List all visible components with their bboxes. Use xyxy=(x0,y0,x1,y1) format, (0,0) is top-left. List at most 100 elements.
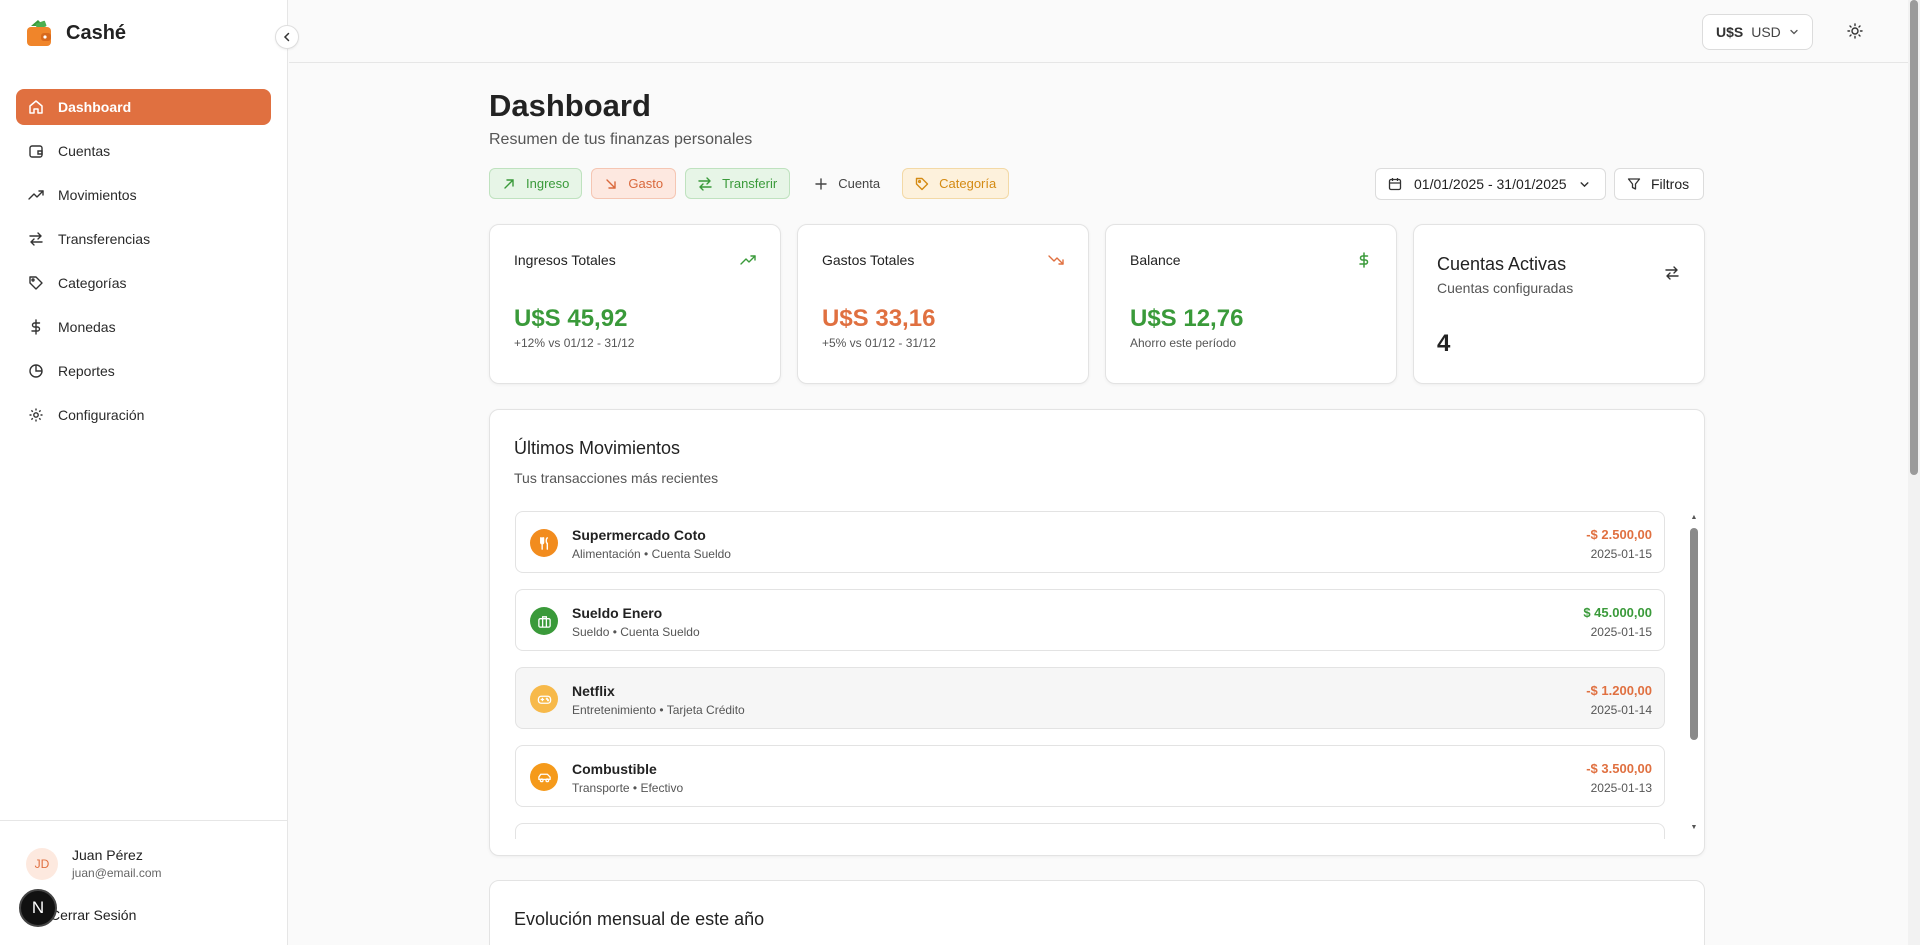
car-icon xyxy=(530,763,558,791)
chevron-down-icon xyxy=(1580,181,1589,187)
filter-icon xyxy=(1627,178,1641,190)
trending-up-icon xyxy=(28,190,44,200)
income-total-card: Ingresos Totales U$S 45,92 +12% vs 01/12… xyxy=(489,224,781,384)
stat-value: U$S 45,92 xyxy=(514,305,628,332)
filters-label: Filtros xyxy=(1651,176,1690,192)
stat-note: Ahorro este período xyxy=(1130,336,1237,350)
movement-date: 2025-01-15 xyxy=(1590,547,1652,561)
scroll-up-arrow-icon[interactable]: ▲ xyxy=(1690,514,1698,522)
sidebar: Cashé Dashboard Cuentas Movimientos Tran… xyxy=(0,0,288,945)
sidebar-item-label: Configuración xyxy=(58,407,145,423)
utensils-icon xyxy=(530,529,558,557)
page-title: Dashboard xyxy=(489,88,651,123)
movement-meta: Alimentación • Cuenta Sueldo xyxy=(572,547,731,561)
trending-up-icon xyxy=(740,255,756,265)
sidebar-item-transferencias[interactable]: Transferencias xyxy=(16,221,271,257)
transfer-label: Transferir xyxy=(722,176,778,191)
movement-date: 2025-01-14 xyxy=(1590,703,1652,717)
dollar-icon xyxy=(1359,252,1369,268)
transfer-button[interactable]: Transferir xyxy=(685,168,791,199)
wallet-icon xyxy=(29,145,43,158)
sun-icon xyxy=(1847,23,1863,39)
movement-amount: $ 45.000,00 xyxy=(1583,605,1652,620)
add-account-label: Cuenta xyxy=(838,176,881,191)
list-item[interactable]: Netflix Entretenimiento • Tarjeta Crédit… xyxy=(515,667,1665,729)
collapse-sidebar-button[interactable] xyxy=(275,25,299,49)
briefcase-icon xyxy=(530,607,558,635)
user-email: juan@email.com xyxy=(72,866,162,880)
transfer-icon xyxy=(698,176,712,191)
dev-tools-badge[interactable]: N xyxy=(19,889,57,927)
transfer-icon xyxy=(29,232,43,246)
list-item[interactable]: Combustible Transporte • Efectivo -$ 3.5… xyxy=(515,745,1665,807)
sidebar-nav: Dashboard Cuentas Movimientos Transferen… xyxy=(16,89,271,441)
movement-date: 2025-01-13 xyxy=(1590,781,1652,795)
list-item[interactable]: Sueldo Enero Sueldo • Cuenta Sueldo $ 45… xyxy=(515,589,1665,651)
stat-note: +12% vs 01/12 - 31/12 xyxy=(514,336,635,350)
wallet-logo-icon xyxy=(24,18,54,48)
sidebar-item-label: Movimientos xyxy=(58,187,137,203)
add-expense-label: Gasto xyxy=(628,176,664,191)
movement-amount: -$ 2.500,00 xyxy=(1586,527,1652,542)
movement-meta: Entretenimiento • Tarjeta Crédito xyxy=(572,703,745,717)
movement-meta: Sueldo • Cuenta Sueldo xyxy=(572,625,700,639)
sidebar-item-configuracion[interactable]: Configuración xyxy=(16,397,271,433)
page-scrollbar[interactable] xyxy=(1908,0,1920,945)
theme-toggle-button[interactable] xyxy=(1844,20,1866,42)
sidebar-item-categorias[interactable]: Categorías xyxy=(16,265,271,301)
section-title: Últimos Movimientos xyxy=(514,438,681,458)
sidebar-item-monedas[interactable]: Monedas xyxy=(16,309,271,345)
sidebar-item-label: Cuentas xyxy=(58,143,111,159)
list-item[interactable] xyxy=(515,823,1665,839)
date-range-picker[interactable]: 01/01/2025 - 31/01/2025 xyxy=(1375,168,1606,200)
gear-icon xyxy=(29,408,43,422)
movement-amount: -$ 3.500,00 xyxy=(1586,761,1652,776)
sidebar-item-label: Monedas xyxy=(58,319,116,335)
stat-subtitle: Cuentas configuradas xyxy=(1437,280,1574,296)
movement-meta: Transporte • Efectivo xyxy=(572,781,684,795)
sidebar-item-reportes[interactable]: Reportes xyxy=(16,353,271,389)
currency-select[interactable]: U$S USD xyxy=(1702,14,1813,50)
movement-name: Supermercado Coto xyxy=(572,527,706,543)
tag-icon xyxy=(29,276,43,290)
latest-movements-card: Últimos Movimientos Tus transacciones má… xyxy=(489,409,1705,856)
sidebar-item-movimientos[interactable]: Movimientos xyxy=(16,177,271,213)
currency-symbol: U$S xyxy=(1716,24,1744,40)
stat-note: +5% vs 01/12 - 31/12 xyxy=(822,336,936,350)
add-expense-button[interactable]: Gasto xyxy=(591,168,677,199)
stat-label: Ingresos Totales xyxy=(514,252,616,268)
brand-name: Cashé xyxy=(66,21,127,44)
movements-list[interactable]: Supermercado Coto Alimentación • Cuenta … xyxy=(515,511,1665,839)
sidebar-item-label: Categorías xyxy=(58,275,127,291)
brand[interactable]: Cashé xyxy=(24,16,126,50)
expense-total-card: Gastos Totales U$S 33,16 +5% vs 01/12 - … xyxy=(797,224,1089,384)
add-account-button[interactable]: Cuenta xyxy=(799,168,893,199)
add-income-button[interactable]: Ingreso xyxy=(489,168,583,199)
movement-name: Netflix xyxy=(572,683,615,699)
scroll-down-arrow-icon[interactable]: ▼ xyxy=(1690,824,1698,832)
quick-actions: Ingreso Gasto Transferir Cuenta Categorí… xyxy=(489,168,1010,199)
monthly-evolution-card: Evolución mensual de este año xyxy=(489,880,1705,945)
topbar: U$S USD xyxy=(289,0,1908,63)
list-item[interactable]: Supermercado Coto Alimentación • Cuenta … xyxy=(515,511,1665,573)
transfer-icon xyxy=(1665,266,1679,280)
page-scroll-thumb[interactable] xyxy=(1910,0,1918,475)
balance-card: Balance U$S 12,76 Ahorro este período xyxy=(1105,224,1397,384)
user-profile[interactable]: JD Juan Pérez juan@email.com xyxy=(26,847,162,880)
scroll-thumb[interactable] xyxy=(1690,528,1698,740)
chevron-down-icon xyxy=(1790,29,1798,35)
sidebar-item-cuentas[interactable]: Cuentas xyxy=(16,133,271,169)
movements-scrollbar[interactable]: ▲ ▼ xyxy=(1690,514,1698,832)
filters-button[interactable]: Filtros xyxy=(1614,168,1704,200)
sidebar-item-dashboard[interactable]: Dashboard xyxy=(16,89,271,125)
arrow-up-right-icon xyxy=(504,178,514,189)
plus-icon xyxy=(815,177,827,190)
add-category-button[interactable]: Categoría xyxy=(902,168,1010,199)
stat-value: U$S 12,76 xyxy=(1130,305,1244,332)
logout-button[interactable]: Cerrar Sesión xyxy=(50,907,136,923)
arrow-down-right-icon xyxy=(606,178,617,189)
sidebar-item-label: Reportes xyxy=(58,363,115,379)
user-name: Juan Pérez xyxy=(72,847,143,863)
movement-date: 2025-01-15 xyxy=(1590,625,1652,639)
sidebar-item-label: Dashboard xyxy=(58,99,132,115)
